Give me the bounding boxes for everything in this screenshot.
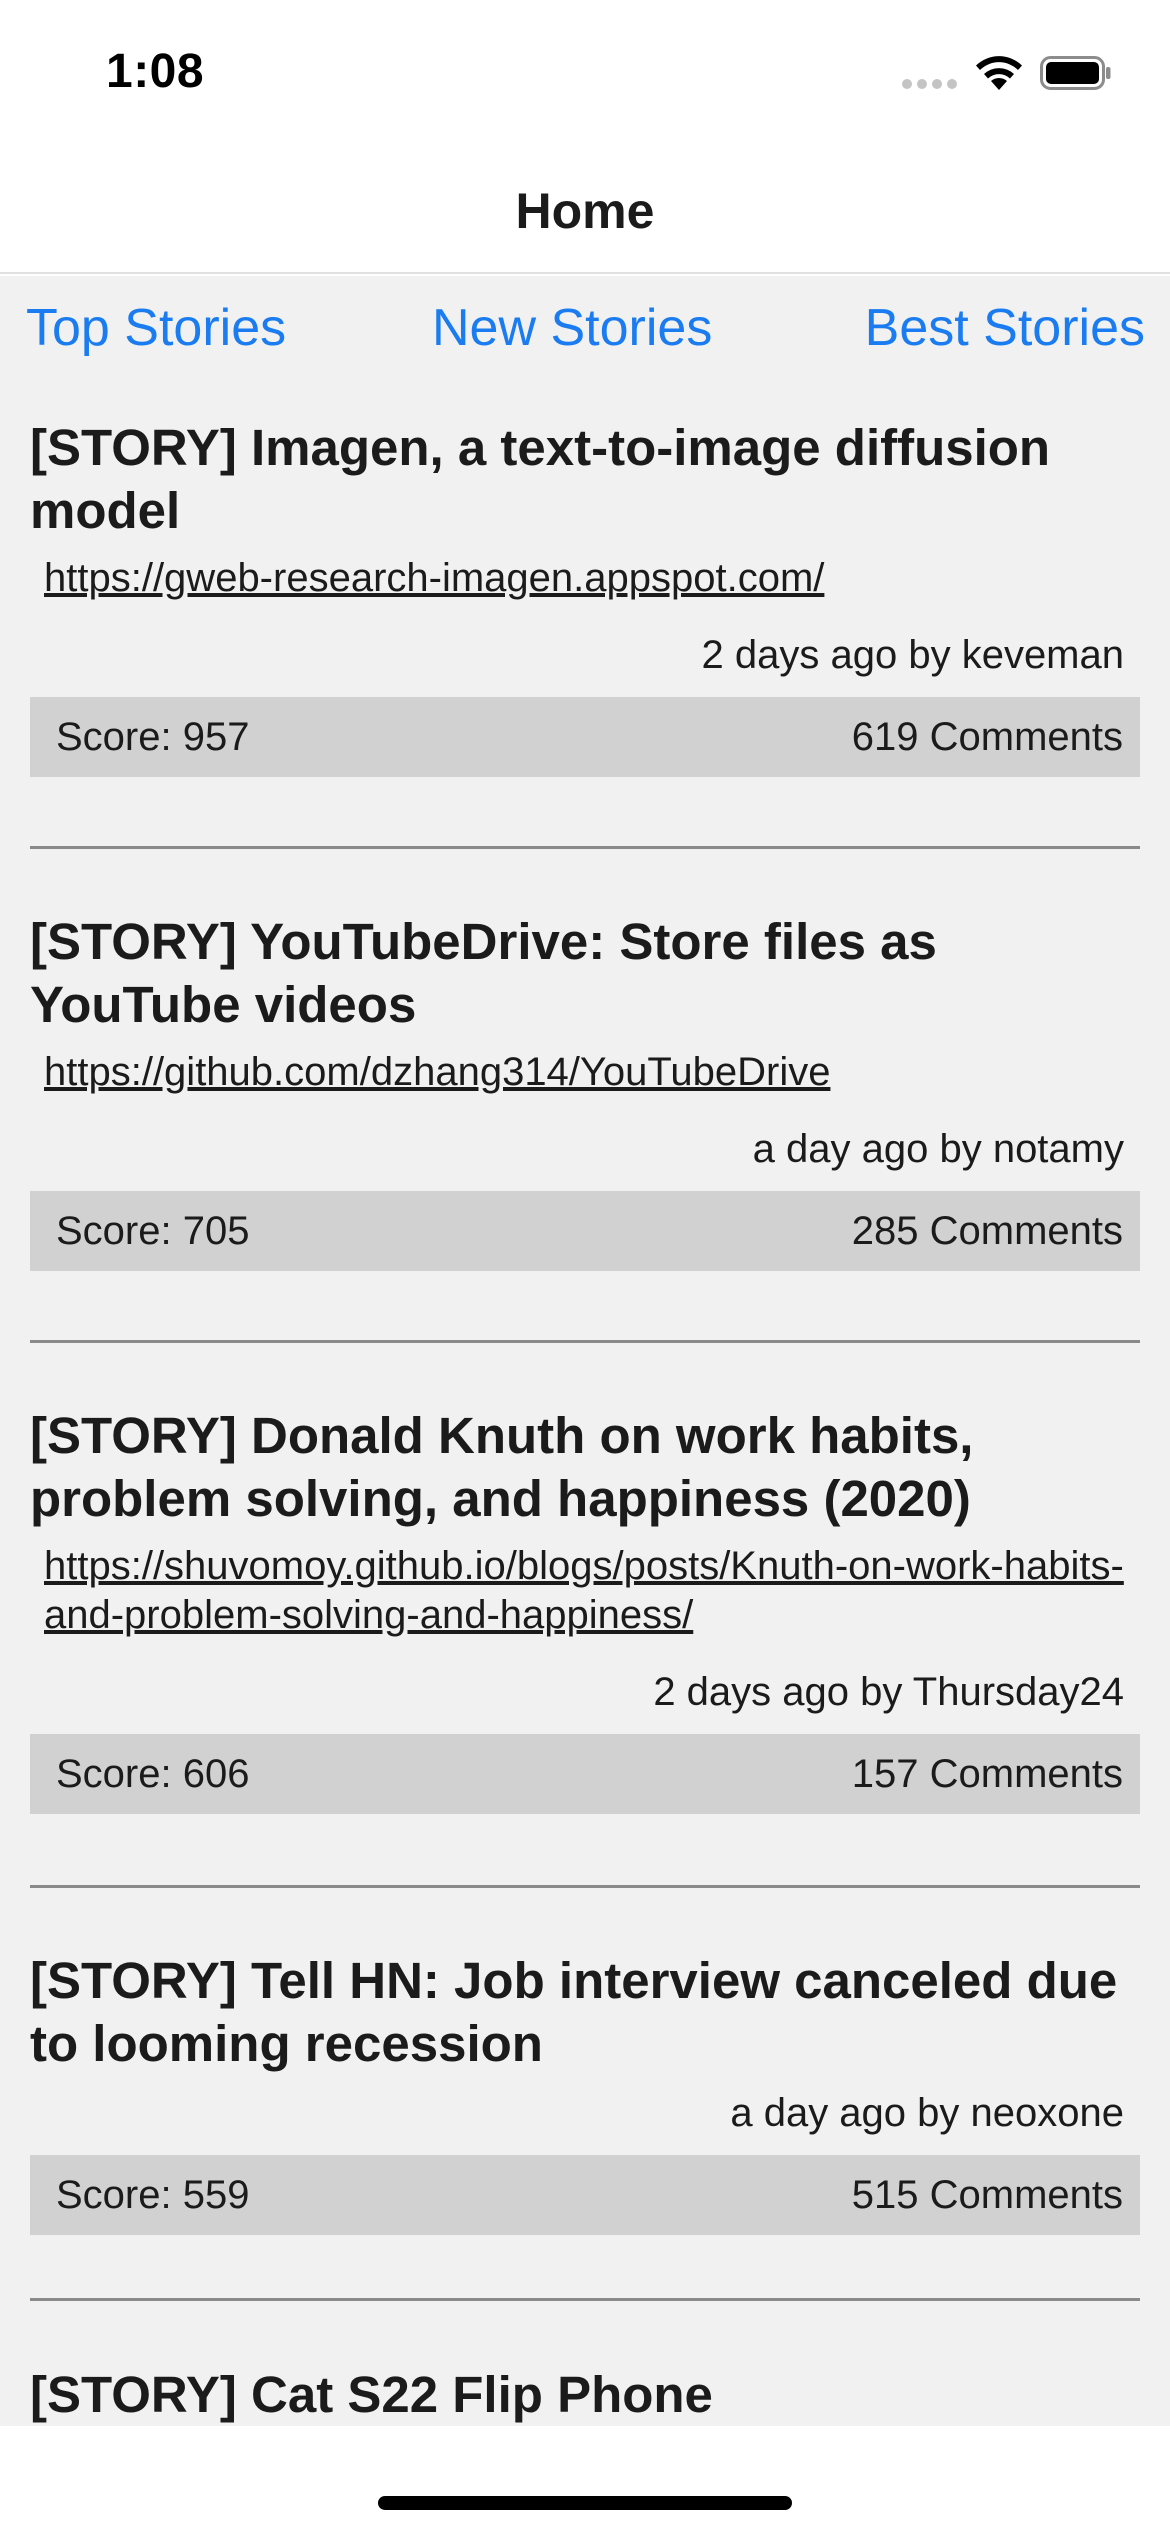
story-title[interactable]: [STORY] Imagen, a text-to-image diffusio… [30,416,1140,542]
story-meta: 2 days ago by Thursday24 [653,1670,1124,1714]
screen: 1:08 Home Top Stories New Stories Best S… [0,0,1170,2532]
story-item[interactable]: [STORY] YouTubeDrive: Store files as You… [30,910,1140,1271]
story-item[interactable]: [STORY] Tell HN: Job interview canceled … [30,1949,1140,2235]
score-bar: Score: 957 619 Comments [30,697,1140,777]
score-bar: Score: 606 157 Comments [30,1734,1140,1814]
story-comments[interactable]: 515 Comments [852,2173,1123,2218]
story-comments[interactable]: 285 Comments [852,1209,1123,1254]
story-list[interactable]: Top Stories New Stories Best Stories [ST… [0,276,1170,2426]
story-comments[interactable]: 157 Comments [852,1752,1123,1797]
story-score: Score: 559 [56,2172,250,2217]
story-meta: a day ago by neoxone [730,2091,1124,2135]
tab-new-stories[interactable]: New Stories [432,298,712,358]
tab-best-stories[interactable]: Best Stories [865,298,1145,358]
story-comments[interactable]: 619 Comments [852,715,1123,760]
story-item[interactable]: [STORY] Imagen, a text-to-image diffusio… [30,416,1140,777]
score-bar: Score: 705 285 Comments [30,1191,1140,1271]
battery-icon [1040,56,1111,90]
story-link[interactable]: https://shuvomoy.github.io/blogs/posts/K… [44,1542,1140,1640]
page-title: Home [515,183,655,239]
cellular-signal-icon [902,79,958,91]
tab-top-stories[interactable]: Top Stories [26,298,286,358]
story-title[interactable]: [STORY] YouTubeDrive: Store files as You… [30,910,1140,1036]
status-bar: 1:08 [0,0,1170,140]
story-title[interactable]: [STORY] Donald Knuth on work habits, pro… [30,1404,1140,1530]
story-tabs: Top Stories New Stories Best Stories [0,276,1170,386]
story-score: Score: 957 [56,714,250,759]
story-score: Score: 705 [56,1208,250,1253]
divider [30,1885,1140,1888]
story-link[interactable]: https://gweb-research-imagen.appspot.com… [44,554,1140,603]
story-title[interactable]: [STORY] Tell HN: Job interview canceled … [30,1949,1140,2075]
home-indicator[interactable] [378,2496,792,2510]
status-time: 1:08 [106,45,205,98]
divider [30,846,1140,849]
story-title[interactable]: [STORY] Cat S22 Flip Phone [30,2363,1140,2426]
navigation-bar: Home [0,140,1170,274]
story-item[interactable]: [STORY] Cat S22 Flip Phone [30,2363,1140,2426]
score-bar: Score: 559 515 Comments [30,2155,1140,2235]
wifi-icon [976,56,1022,90]
story-item[interactable]: [STORY] Donald Knuth on work habits, pro… [30,1404,1140,1814]
story-link[interactable]: https://github.com/dzhang314/YouTubeDriv… [44,1048,1140,1097]
story-meta: a day ago by notamy [752,1127,1124,1171]
bottom-safe-area [0,2426,1170,2532]
divider [30,2298,1140,2301]
story-score: Score: 606 [56,1751,250,1796]
story-meta: 2 days ago by keveman [701,633,1124,677]
divider [30,1340,1140,1343]
